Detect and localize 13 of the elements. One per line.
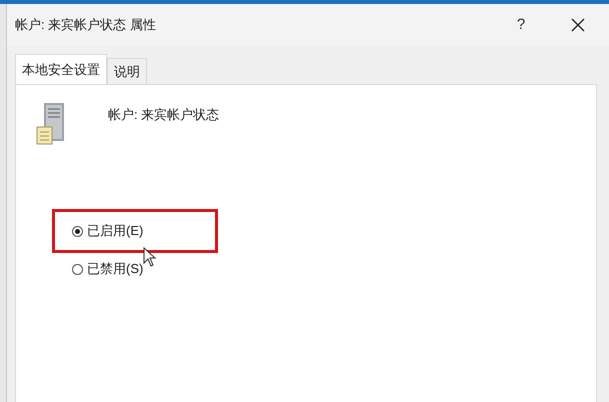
radio-option[interactable]: 已禁用(S) bbox=[72, 259, 144, 279]
radio-option[interactable]: 已启用(E) bbox=[72, 221, 144, 241]
radio-label: 已禁用(S) bbox=[87, 260, 144, 278]
radio-button[interactable] bbox=[72, 226, 83, 236]
policy-name: 帐户: 来宾帐户状态 bbox=[108, 106, 220, 124]
radio-label: 已启用(E) bbox=[87, 222, 144, 240]
cursor-icon bbox=[143, 247, 157, 267]
tab[interactable]: 本地安全设置 bbox=[15, 54, 107, 84]
close-icon bbox=[571, 18, 585, 32]
radio-button[interactable] bbox=[72, 264, 83, 274]
help-button[interactable]: ? bbox=[501, 10, 541, 40]
window-title: 帐户: 来宾帐户状态 属性 bbox=[15, 16, 157, 34]
tab[interactable]: 说明 bbox=[107, 58, 147, 84]
